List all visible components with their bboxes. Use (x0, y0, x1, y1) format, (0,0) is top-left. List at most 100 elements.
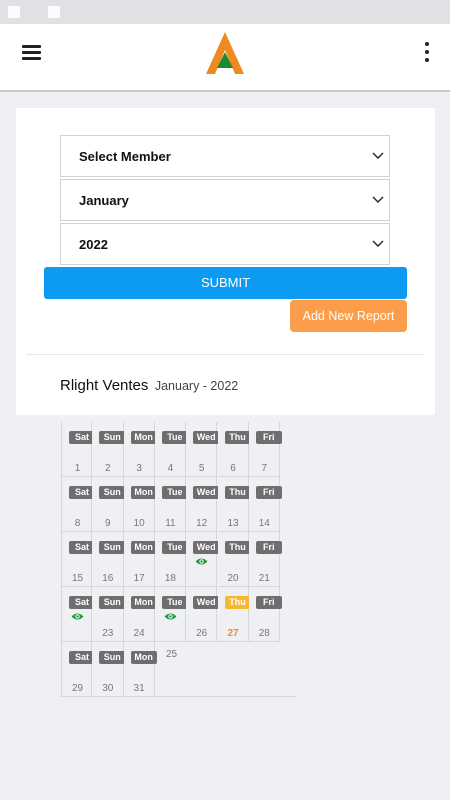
calendar-day-cell[interactable]: Thu 6 (217, 422, 251, 477)
calendar-day-cell[interactable]: Tue 18 (154, 532, 188, 587)
app-bar (0, 24, 450, 92)
calendar-day-cell[interactable]: Sun 16 (92, 532, 126, 587)
weekday-badge: Tue (161, 486, 188, 499)
day-number: 1 (74, 463, 81, 474)
calendar-day-cell[interactable]: Sun 9 (92, 477, 126, 532)
day-number: 29 (71, 683, 84, 694)
weekday-badge: Sun (99, 651, 126, 664)
calendar-day-cell[interactable]: Thu 20 (217, 532, 251, 587)
day-number: 2 (105, 463, 111, 474)
submit-button[interactable]: SUBMIT (44, 267, 407, 299)
calendar-day-cell[interactable]: Fri 21 (248, 532, 282, 587)
day-number: 10 (133, 518, 145, 529)
calendar-day-cell[interactable]: Sat 1 (61, 422, 95, 477)
weekday-badge: Sun (99, 431, 126, 444)
weekday-badge: Sat (69, 651, 95, 664)
calendar-day-cell[interactable]: Sun 2 (92, 422, 126, 477)
view-report-eye-icon[interactable] (71, 612, 84, 621)
weekday-badge: Thu (224, 431, 251, 444)
weekday-badge: Sun (99, 486, 126, 499)
day-number: 4 (167, 463, 174, 474)
day-number: 26 (196, 628, 208, 639)
weekday-badge: Wed (193, 486, 220, 499)
day-number: 3 (136, 463, 142, 474)
calendar-day-cell[interactable]: Wed 12 (186, 477, 220, 532)
chevron-down-icon (372, 240, 384, 247)
sim-icon (8, 6, 20, 18)
vertical-dots-icon[interactable] (420, 42, 434, 64)
app-logo (206, 32, 244, 74)
member-select-value: Select Member (79, 149, 171, 164)
weekday-badge: Fri (255, 596, 282, 609)
view-report-eye-icon[interactable] (164, 612, 177, 621)
calendar-day-cell[interactable]: Fri 14 (248, 477, 282, 532)
year-select-value: 2022 (79, 237, 108, 252)
calendar-day-cell[interactable]: Wed 5 (186, 422, 220, 477)
day-number: 12 (196, 518, 208, 529)
day-number: 9 (105, 518, 111, 529)
weekday-badge: Mon (130, 486, 157, 499)
calendar-day-cell[interactable]: Mon 10 (123, 477, 157, 532)
day-number: 23 (102, 628, 114, 639)
weekday-badge: Thu (224, 596, 251, 609)
day-number: 13 (227, 518, 239, 529)
calendar-day-cell[interactable]: Thu 13 (217, 477, 251, 532)
calendar-day-cell[interactable]: Sat 8 (61, 477, 95, 532)
weekday-badge: Tue (161, 431, 188, 444)
day-number: 5 (198, 463, 205, 474)
image-icon (48, 6, 60, 18)
report-title: Rlight Ventes January - 2022 (60, 377, 238, 395)
day-number: 18 (164, 573, 176, 584)
calendar-day-cell[interactable]: Sat 15 (61, 532, 95, 587)
weekday-badge: Thu (224, 486, 251, 499)
calendar-bottom-border (61, 696, 297, 697)
day-number: 24 (133, 628, 145, 639)
day-number: 27 (227, 628, 239, 639)
month-select-value: January (79, 193, 129, 208)
calendar-day-cell[interactable]: Sun 23 (92, 587, 126, 642)
report-member-name: Rlight Ventes (60, 377, 149, 394)
day-number: 21 (258, 573, 270, 584)
member-select[interactable]: Select Member (60, 135, 390, 177)
divider (26, 354, 424, 355)
calendar-day-cell[interactable]: Fri 28 (248, 587, 282, 642)
day-number: 14 (258, 518, 270, 529)
weekday-badge: Mon (130, 596, 157, 609)
calendar-day-cell[interactable]: Tue (154, 587, 188, 642)
month-select[interactable]: January (60, 179, 390, 221)
weekday-badge: Thu (224, 541, 251, 554)
calendar-day-cell[interactable]: Thu 27 (217, 587, 251, 642)
calendar-day-cell[interactable]: Fri 7 (248, 422, 282, 477)
day-number: 6 (230, 463, 236, 474)
year-select[interactable]: 2022 (60, 223, 390, 265)
calendar-day-cell[interactable]: Sat (61, 587, 95, 642)
calendar-day-cell[interactable]: Mon 24 (123, 587, 157, 642)
calendar-day-cell[interactable]: Mon 31 (123, 642, 157, 697)
calendar-day-cell[interactable]: Sat 29 (61, 642, 95, 697)
add-new-report-button[interactable]: Add New Report (290, 300, 407, 332)
weekday-badge: Fri (255, 431, 282, 444)
day-number: 20 (227, 573, 239, 584)
weekday-badge: Fri (255, 541, 282, 554)
calendar-day-cell[interactable]: Tue 4 (154, 422, 188, 477)
status-bar (0, 0, 450, 24)
report-period: January - 2022 (154, 379, 239, 393)
calendar-day-cell[interactable]: Tue 11 (154, 477, 188, 532)
weekday-badge: Mon (130, 651, 157, 664)
day-number: 30 (102, 683, 114, 694)
trailing-day-number: 25 (166, 649, 178, 660)
calendar-day-cell[interactable]: Wed (186, 532, 220, 587)
weekday-badge: Tue (161, 541, 188, 554)
hamburger-icon[interactable] (22, 45, 41, 61)
weekday-badge: Sat (69, 431, 95, 444)
calendar-day-cell[interactable]: Mon 3 (123, 422, 157, 477)
weekday-badge: Sun (99, 541, 126, 554)
day-number: 8 (74, 518, 81, 529)
calendar-day-cell[interactable]: Mon 17 (123, 532, 157, 587)
calendar-day-cell[interactable]: Sun 30 (92, 642, 126, 697)
day-number: 31 (133, 683, 145, 694)
day-number: 28 (258, 628, 270, 639)
weekday-badge: Tue (161, 596, 188, 609)
view-report-eye-icon[interactable] (195, 557, 208, 566)
calendar-day-cell[interactable]: Wed 26 (186, 587, 220, 642)
